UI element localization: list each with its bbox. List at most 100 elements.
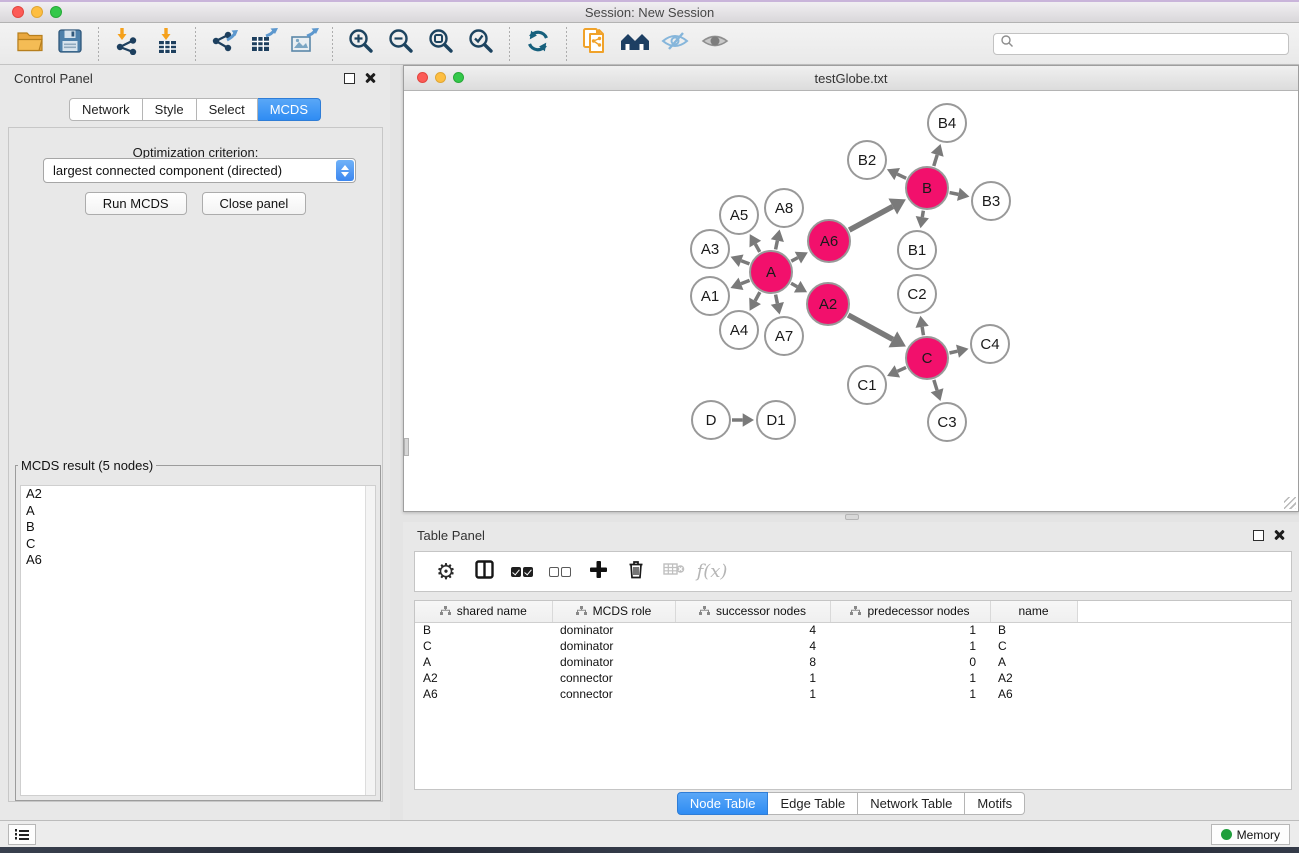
table-cell[interactable]: 4 — [675, 638, 830, 654]
table-cell[interactable]: 1 — [830, 670, 990, 686]
delete-table-button[interactable] — [655, 554, 693, 590]
table-row[interactable]: Cdominator41C — [415, 638, 1291, 654]
import-network-button[interactable] — [107, 26, 147, 62]
table-cell[interactable]: 4 — [675, 622, 830, 638]
select-all-columns-button[interactable] — [503, 554, 541, 590]
table-cell[interactable]: A — [415, 654, 552, 670]
add-column-button[interactable] — [579, 554, 617, 590]
open-file-button[interactable] — [10, 26, 50, 62]
edge-A6-B[interactable] — [849, 207, 893, 231]
unselect-all-columns-button[interactable] — [541, 554, 579, 590]
column-header-shared-name[interactable]: shared name — [415, 601, 552, 622]
edge-A-A3[interactable] — [741, 261, 749, 264]
mcds-result-item[interactable]: A — [21, 503, 375, 520]
column-header-predecessor-nodes[interactable]: predecessor nodes — [830, 601, 990, 622]
table-cell[interactable]: dominator — [552, 638, 675, 654]
edge-C-C2[interactable] — [922, 327, 923, 335]
duplicate-network-button[interactable] — [575, 26, 615, 62]
network-canvas[interactable]: B4B2BB3A5A8A6A3B1AC2A1A2A4A7C4CC1DD1C3 — [404, 91, 1298, 511]
zoom-out-button[interactable] — [381, 26, 421, 62]
table-cell[interactable]: A — [990, 654, 1077, 670]
search-input[interactable] — [1018, 37, 1282, 51]
table-cell[interactable]: C — [415, 638, 552, 654]
hide-graphics-button[interactable] — [655, 26, 695, 62]
splitter-handle[interactable] — [845, 514, 859, 520]
edge-B-B1[interactable] — [922, 211, 923, 217]
close-panel-button[interactable]: Close panel — [202, 192, 307, 215]
search-field[interactable] — [993, 33, 1289, 55]
close-panel-icon[interactable] — [1273, 529, 1285, 541]
task-history-button[interactable] — [8, 824, 36, 845]
edge-A-A6[interactable] — [791, 258, 798, 262]
table-cell[interactable]: dominator — [552, 654, 675, 670]
tab-mcds[interactable]: MCDS — [258, 98, 321, 121]
minimize-network-button[interactable] — [435, 72, 446, 83]
tab-select[interactable]: Select — [197, 98, 258, 121]
table-cell[interactable]: connector — [552, 670, 675, 686]
table-cell[interactable]: 1 — [830, 638, 990, 654]
table-cell[interactable]: A2 — [415, 670, 552, 686]
edge-A-A7[interactable] — [776, 295, 778, 304]
memory-button[interactable]: Memory — [1211, 824, 1290, 845]
column-layout-button[interactable] — [465, 554, 503, 590]
mcds-result-item[interactable]: A6 — [21, 552, 375, 569]
table-cell[interactable]: A6 — [990, 686, 1077, 702]
close-window-button[interactable] — [12, 6, 24, 18]
resize-grip-icon[interactable] — [1284, 497, 1296, 509]
column-header-successor-nodes[interactable]: successor nodes — [675, 601, 830, 622]
table-cell[interactable]: B — [990, 622, 1077, 638]
close-network-button[interactable] — [417, 72, 428, 83]
edge-B-B2[interactable] — [897, 174, 906, 178]
tab-network[interactable]: Network — [69, 98, 143, 121]
table-cell[interactable]: 1 — [830, 622, 990, 638]
export-image-button[interactable] — [284, 26, 324, 62]
ndex-button[interactable] — [615, 26, 655, 62]
column-header-MCDS-role[interactable]: MCDS role — [552, 601, 675, 622]
delete-column-button[interactable] — [617, 554, 655, 590]
edge-C-C3[interactable] — [934, 380, 937, 390]
edge-A2-C[interactable] — [848, 315, 893, 339]
table-cell[interactable]: 1 — [675, 686, 830, 702]
table-cell[interactable]: A2 — [990, 670, 1077, 686]
table-cell[interactable]: dominator — [552, 622, 675, 638]
edge-C-C1[interactable] — [897, 367, 906, 371]
mcds-result-item[interactable]: C — [21, 536, 375, 553]
zoom-selected-button[interactable] — [461, 26, 501, 62]
table-cell[interactable]: C — [990, 638, 1077, 654]
column-header-name[interactable]: name — [990, 601, 1077, 622]
float-panel-icon[interactable] — [1253, 530, 1264, 541]
minimize-window-button[interactable] — [31, 6, 43, 18]
edge-A-A2[interactable] — [791, 283, 797, 286]
table-cell[interactable]: 1 — [675, 670, 830, 686]
criterion-dropdown[interactable]: largest connected component (directed) — [43, 158, 356, 183]
mcds-result-item[interactable]: B — [21, 519, 375, 536]
close-panel-icon[interactable] — [364, 72, 376, 84]
table-cell[interactable]: A6 — [415, 686, 552, 702]
edge-A-A8[interactable] — [776, 241, 778, 250]
edge-B-B3[interactable] — [950, 193, 959, 195]
show-graphics-button[interactable] — [695, 26, 735, 62]
edge-C-C4[interactable] — [949, 351, 957, 353]
tab-edge-table[interactable]: Edge Table — [768, 792, 858, 815]
tab-style[interactable]: Style — [143, 98, 197, 121]
save-session-button[interactable] — [50, 26, 90, 62]
table-cell[interactable]: 8 — [675, 654, 830, 670]
edge-A-A5[interactable] — [755, 244, 759, 252]
edge-A-A1[interactable] — [741, 280, 750, 283]
table-row[interactable]: A6connector11A6 — [415, 686, 1291, 702]
table-settings-button[interactable]: ⚙ — [427, 554, 465, 590]
zoom-in-button[interactable] — [341, 26, 381, 62]
table-row[interactable]: Bdominator41B — [415, 622, 1291, 638]
tab-network-table[interactable]: Network Table — [858, 792, 965, 815]
table-cell[interactable]: 1 — [830, 686, 990, 702]
edge-A-A4[interactable] — [755, 292, 760, 301]
table-row[interactable]: Adominator80A — [415, 654, 1291, 670]
export-table-button[interactable] — [244, 26, 284, 62]
float-panel-icon[interactable] — [344, 73, 355, 84]
mcds-result-item[interactable]: A2 — [21, 486, 375, 503]
canvas-scroll-thumb[interactable] — [404, 438, 409, 456]
zoom-fit-button[interactable] — [421, 26, 461, 62]
table-cell[interactable]: B — [415, 622, 552, 638]
apply-layout-button[interactable] — [518, 26, 558, 62]
zoom-network-button[interactable] — [453, 72, 464, 83]
